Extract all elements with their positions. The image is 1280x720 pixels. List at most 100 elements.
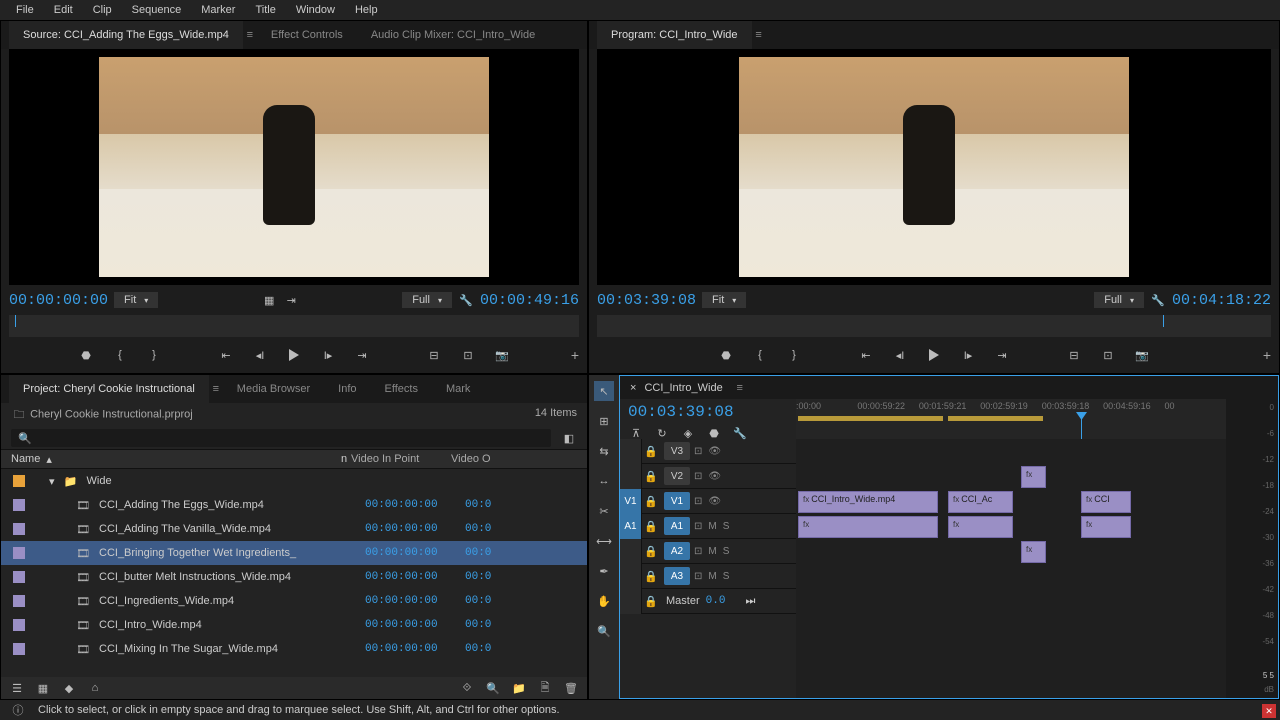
list-item[interactable]: 🎞CCI_Intro_Wide.mp4 00:00:00:00 00:0 — [1, 613, 587, 637]
clip[interactable]: fx — [1021, 466, 1046, 488]
step-fwd-icon[interactable]: I▸ — [320, 347, 336, 363]
menu-title[interactable]: Title — [245, 4, 285, 16]
source-in-timecode[interactable]: 00:00:00:00 — [9, 292, 108, 309]
timeline-tracks[interactable]: fx fxCCI_Intro_Wide.mp4 fxCCI_Ac fxCCI f… — [796, 439, 1226, 698]
export-frame-icon[interactable]: 📷 — [494, 347, 510, 363]
add-button-icon[interactable]: + — [571, 347, 579, 363]
clip-audio[interactable]: fx — [1081, 516, 1131, 538]
label-swatch[interactable] — [13, 595, 25, 607]
mark-in-icon[interactable]: ⬣ — [718, 347, 734, 363]
clip[interactable]: fxCCI_Ac — [948, 491, 1013, 513]
list-view-icon[interactable]: ☰ — [9, 680, 25, 696]
clip-audio[interactable]: fx — [798, 516, 938, 538]
lock-icon[interactable]: 🔒 — [642, 545, 660, 558]
label-swatch[interactable] — [13, 571, 25, 583]
new-bin-icon[interactable]: 📁 — [511, 680, 527, 696]
tab-effect-controls[interactable]: Effect Controls — [257, 21, 357, 49]
go-to-out-icon[interactable]: ⇥ — [354, 347, 370, 363]
automate-icon[interactable]: ⟐ — [459, 680, 475, 696]
panel-menu-icon[interactable]: ≡ — [733, 382, 747, 394]
play-icon[interactable] — [286, 347, 302, 363]
lock-icon[interactable]: 🔒 — [642, 595, 660, 608]
tab-source[interactable]: Source: CCI_Adding The Eggs_Wide.mp4 — [9, 21, 243, 49]
tab-effects[interactable]: Effects — [371, 375, 432, 403]
overwrite-icon[interactable]: ⊡ — [460, 347, 476, 363]
menu-window[interactable]: Window — [286, 4, 345, 16]
label-swatch[interactable] — [13, 523, 25, 535]
tab-media-browser[interactable]: Media Browser — [223, 375, 324, 403]
find-icon[interactable]: 🔍 — [485, 680, 501, 696]
eye-icon[interactable]: 👁 — [708, 446, 721, 457]
mute-icon[interactable]: M — [708, 571, 716, 582]
close-icon[interactable]: ✕ — [1262, 704, 1276, 718]
source-res[interactable]: Full — [402, 292, 452, 308]
menu-file[interactable]: File — [6, 4, 44, 16]
list-item[interactable]: 🎞CCI_Ingredients_Wide.mp4 00:00:00:00 00… — [1, 589, 587, 613]
sync-lock-icon[interactable]: ⊡ — [694, 521, 702, 532]
tab-markers[interactable]: Mark — [432, 375, 484, 403]
eye-icon[interactable]: 👁 — [708, 471, 721, 482]
sync-lock-icon[interactable]: ⊡ — [694, 496, 702, 507]
extract-icon[interactable]: ⊡ — [1100, 347, 1116, 363]
track-v1[interactable]: V1 — [664, 492, 690, 510]
mark-in-icon[interactable]: ⬣ — [78, 347, 94, 363]
clip[interactable]: fxCCI — [1081, 491, 1131, 513]
source-zoom[interactable]: Fit — [114, 292, 158, 308]
col-n[interactable]: n — [341, 453, 351, 465]
play-icon[interactable]: ⏭ — [745, 595, 755, 608]
time-ruler[interactable]: :00:0000:00:59:2200:01:59:2100:02:59:190… — [796, 399, 1226, 439]
menu-edit[interactable]: Edit — [44, 4, 83, 16]
sync-lock-icon[interactable]: ⊡ — [694, 571, 702, 582]
track-v2[interactable]: V2 — [664, 467, 690, 485]
master-track[interactable]: Master — [660, 595, 706, 607]
project-list[interactable]: ▾ 📁 Wide 🎞CCI_Adding The Eggs_Wide.mp4 0… — [1, 469, 587, 677]
mute-icon[interactable]: M — [708, 521, 716, 532]
settings-icon[interactable]: 🔧 — [458, 292, 474, 308]
zoom-tool-icon[interactable]: 🔍 — [594, 621, 614, 641]
list-item[interactable]: 🎞CCI_Bringing Together Wet Ingredients_ … — [1, 541, 587, 565]
search-input[interactable]: 🔍 — [11, 429, 551, 447]
label-swatch[interactable] — [13, 547, 25, 559]
label-swatch[interactable] — [13, 619, 25, 631]
lift-icon[interactable]: ⊟ — [1066, 347, 1082, 363]
menu-help[interactable]: Help — [345, 4, 388, 16]
clip-audio[interactable]: fx — [948, 516, 1013, 538]
list-item[interactable]: 🎞CCI_Adding The Vanilla_Wide.mp4 00:00:0… — [1, 517, 587, 541]
panel-menu-icon[interactable]: ≡ — [752, 29, 766, 41]
track-v3[interactable]: V3 — [664, 442, 690, 460]
mark-out-icon[interactable]: { — [752, 347, 768, 363]
source-scrubber[interactable] — [9, 315, 579, 337]
safe-margins-icon[interactable]: ▦ — [261, 292, 277, 308]
selection-tool-icon[interactable]: ↖ — [594, 381, 614, 401]
lock-icon[interactable]: 🔒 — [642, 445, 660, 458]
mute-icon[interactable]: M — [708, 546, 716, 557]
add-button-icon[interactable]: + — [1263, 347, 1271, 363]
src-a1[interactable]: A1 — [620, 514, 642, 539]
tab-info[interactable]: Info — [324, 375, 370, 403]
sync-lock-icon[interactable]: ⊡ — [694, 546, 702, 557]
filter-icon[interactable]: ◧ — [561, 430, 577, 446]
tab-project[interactable]: Project: Cheryl Cookie Instructional — [9, 375, 209, 403]
slip-tool-icon[interactable]: ⟷ — [594, 531, 614, 551]
pen-tool-icon[interactable]: ✒ — [594, 561, 614, 581]
go-in-icon[interactable]: } — [146, 347, 162, 363]
col-name[interactable]: Name — [11, 453, 40, 465]
list-folder[interactable]: ▾ 📁 Wide — [1, 469, 587, 493]
src-v1[interactable]: V1 — [620, 489, 642, 514]
rate-stretch-icon[interactable]: ↔ — [594, 471, 614, 491]
label-swatch[interactable] — [13, 499, 25, 511]
source-out-timecode[interactable]: 00:00:49:16 — [480, 292, 579, 309]
panel-menu-icon[interactable]: ≡ — [209, 383, 223, 395]
step-fwd-icon[interactable]: I▸ — [960, 347, 976, 363]
solo-icon[interactable]: S — [723, 571, 730, 582]
master-vol[interactable]: 0.0 — [706, 595, 726, 607]
lock-icon[interactable]: 🔒 — [642, 470, 660, 483]
tab-audio-mixer[interactable]: Audio Clip Mixer: CCI_Intro_Wide — [357, 21, 549, 49]
label-swatch[interactable] — [13, 643, 25, 655]
hand-tool-icon[interactable]: ✋ — [594, 591, 614, 611]
ripple-edit-icon[interactable]: ⇆ — [594, 441, 614, 461]
menu-sequence[interactable]: Sequence — [122, 4, 192, 16]
mark-out-icon[interactable]: { — [112, 347, 128, 363]
program-scrubber[interactable] — [597, 315, 1271, 337]
program-res[interactable]: Full — [1094, 292, 1144, 308]
